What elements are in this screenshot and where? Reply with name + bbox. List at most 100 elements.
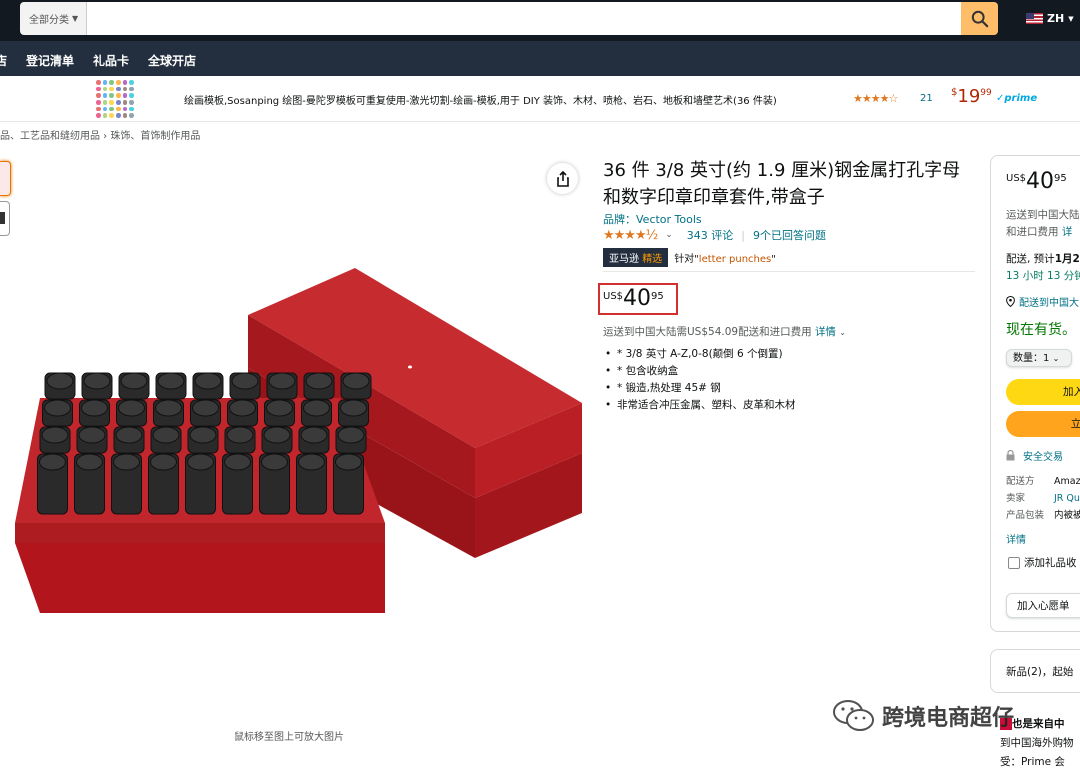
category-select[interactable]: 全部分类 ▼	[20, 2, 87, 35]
share-icon	[556, 170, 569, 187]
lock-icon	[1006, 450, 1015, 461]
price-currency: US$	[603, 291, 624, 302]
sponsored-rating-stars[interactable]: ★★★★☆	[853, 92, 898, 105]
secure-transaction[interactable]: 安全交易	[1006, 448, 1063, 463]
choice-badge-label: 亚马逊	[609, 254, 639, 265]
seller-info-table: 配送方 Amaz 卖家 JR Qu 产品包装 内被被	[1006, 473, 1080, 524]
chevron-down-icon[interactable]: ⌄	[665, 230, 673, 240]
buybox-shipping-link[interactable]: 详	[1062, 226, 1073, 238]
product-title: 36 件 3/8 英寸(约 1.9 厘米)钢金属打孔字母和数字印章印章套件,带盒…	[603, 160, 961, 208]
nav-item-sell[interactable]: 全球开店	[148, 52, 196, 69]
chevron-down-icon: ▼	[1068, 14, 1074, 23]
chevron-down-icon[interactable]: ⌄	[839, 328, 846, 337]
watermark: 跨境电商超仔	[832, 698, 1014, 734]
info-value: 内被被	[1054, 510, 1080, 521]
info-key: 卖家	[1006, 493, 1026, 504]
nav-item-store[interactable]: 店	[0, 52, 7, 69]
sponsored-product-title[interactable]: 绘画模板,Sosanping 绘图-曼陀罗模板可重复使用-激光切割-绘画-模板,…	[184, 92, 777, 107]
table-row: 产品包装 内被被	[1006, 507, 1080, 524]
nav-item-registry[interactable]: 登记清单	[26, 52, 74, 69]
delivery-location[interactable]: 配送到中国大	[1006, 294, 1079, 309]
price-fraction: 95	[651, 291, 664, 302]
details-link[interactable]: 详情	[1006, 531, 1026, 546]
buybox-shipping: 运送到中国大陆 和进口费用 详	[1006, 207, 1080, 241]
amazon-choice-row: 亚马逊 精选 针对"letter punches"	[603, 248, 776, 267]
feature-bullets: * 3/8 英寸 A-Z,0-8(颠倒 6 个倒置) * 包含收纳盒 * 锻造,…	[603, 346, 796, 414]
answered-questions-link[interactable]: 9个已回答问题	[753, 227, 826, 243]
shipping-text: 运送到中国大陆需US$54.09配送和进口费用	[603, 326, 812, 338]
price-whole: 40	[623, 286, 652, 311]
chevron-down-icon: ⌄	[1052, 354, 1060, 363]
product-price: US$ 40 95	[603, 287, 664, 311]
buybox-price-currency: US$	[1006, 173, 1027, 184]
choice-badge-accent: 精选	[642, 254, 663, 265]
sponsored-product-image[interactable]	[96, 80, 134, 118]
nav-bar: 店 登记清单 礼品卡 全球开店	[0, 41, 1080, 76]
divider: |	[741, 228, 745, 242]
info-key: 产品包装	[1006, 510, 1045, 521]
delivery-label: 配送, 预计	[1006, 253, 1055, 265]
delivery-estimate: 配送, 预计1月2 13 小时 13 分钟	[1006, 251, 1080, 285]
chevron-down-icon: ▼	[72, 14, 79, 23]
gallery-thumbnail-1[interactable]	[0, 161, 11, 196]
rating-row: ★★★★½ ⌄ 343 评论 | 9个已回答问题	[603, 227, 826, 243]
search-input[interactable]	[87, 2, 961, 35]
reviews-link[interactable]: 343 评论	[687, 227, 734, 243]
buybox-price-fraction: 95	[1054, 173, 1067, 184]
shipping-details-link[interactable]: 详情	[815, 326, 836, 338]
list-item: 非常适合冲压金属、塑料、皮革和木材	[603, 397, 796, 414]
delivery-countdown: 13 小时 13 分钟	[1006, 270, 1080, 282]
sponsored-price: $1999	[951, 86, 992, 107]
import-info-line: 到中国海外购物	[1000, 737, 1074, 749]
product-image[interactable]	[10, 258, 590, 623]
us-flag-icon	[1026, 13, 1043, 24]
table-row: 配送方 Amaz	[1006, 473, 1080, 490]
buybox-price: US$ 40 95	[1006, 170, 1067, 194]
sponsored-rating-count[interactable]: 21	[920, 93, 933, 104]
delivery-location-label: 配送到中国大	[1019, 298, 1079, 309]
import-info-title: 也是来自中	[1012, 718, 1065, 730]
buybox-shipping-line2: 和进口费用	[1006, 226, 1059, 238]
divider	[603, 271, 975, 272]
category-select-label: 全部分类	[29, 15, 69, 26]
brand-link[interactable]: 品牌：Vector Tools	[603, 211, 702, 227]
import-info-line: 受：Prime 会	[1000, 756, 1065, 768]
gallery-thumbnail-2[interactable]	[0, 201, 10, 236]
share-button[interactable]	[547, 163, 578, 194]
delivery-date: 1月2	[1054, 253, 1080, 265]
info-value: Amaz	[1054, 476, 1080, 487]
search-button[interactable]	[961, 2, 998, 35]
gift-label: 添加礼品收	[1024, 557, 1077, 569]
choice-for-label: 针对"letter punches"	[674, 250, 776, 265]
choice-keyword[interactable]: letter punches	[699, 254, 771, 265]
sponsored-price-fraction: 99	[980, 88, 992, 98]
location-pin-icon	[1006, 296, 1015, 307]
add-to-cart-button[interactable]: 加入	[1006, 379, 1080, 405]
list-item: * 3/8 英寸 A-Z,0-8(颠倒 6 个倒置)	[603, 346, 796, 363]
table-row: 卖家 JR Qu	[1006, 490, 1080, 507]
new-offers-text[interactable]: 新品(2)，起始	[1006, 664, 1073, 679]
list-item: * 锻造,热处理 45# 钢	[603, 380, 796, 397]
nav-item-gift-cards[interactable]: 礼品卡	[93, 52, 129, 69]
buy-now-button[interactable]: 立	[1006, 411, 1080, 437]
seller-link[interactable]: JR Qu	[1054, 490, 1080, 507]
zoom-hint: 鼠标移至图上可放大图片	[234, 732, 344, 743]
language-label: ZH	[1047, 12, 1065, 25]
gift-option[interactable]: 添加礼品收	[1008, 555, 1077, 570]
breadcrumb[interactable]: 品、工艺品和缝纫用品 › 珠饰、首饰制作用品	[0, 127, 200, 142]
add-to-wishlist-button[interactable]: 加入心愿单	[1006, 593, 1080, 618]
search-icon	[971, 10, 988, 27]
info-key: 配送方	[1006, 476, 1035, 487]
rating-stars[interactable]: ★★★★½	[603, 228, 658, 243]
shipping-info: 运送到中国大陆需US$54.09配送和进口费用 详情 ⌄	[603, 324, 846, 339]
choice-for-suffix: "	[771, 254, 776, 265]
gift-checkbox[interactable]	[1008, 556, 1020, 569]
quantity-select[interactable]: 数量：1 ⌄	[1006, 349, 1072, 367]
prime-badge: ✓prime	[996, 93, 1038, 104]
wechat-icon	[833, 700, 874, 731]
quantity-label: 数量：1	[1013, 353, 1050, 364]
amazon-choice-badge: 亚马逊 精选	[603, 248, 669, 267]
buybox-shipping-line1: 运送到中国大陆	[1006, 209, 1080, 221]
language-selector[interactable]: ZH ▼	[1026, 12, 1074, 25]
choice-for-prefix: 针对"	[674, 254, 699, 265]
